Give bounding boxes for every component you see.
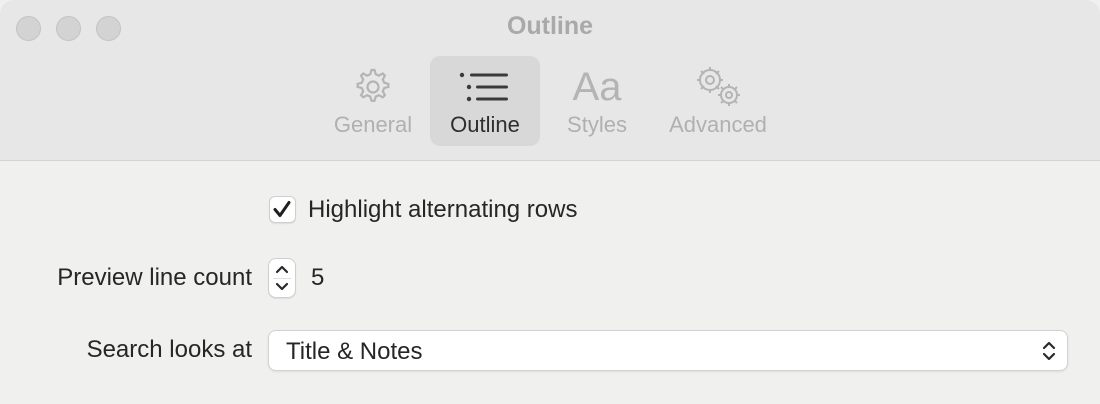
tab-styles-label: Styles [567, 112, 627, 137]
text-style-glyph: Aa [572, 65, 622, 109]
up-down-chevron-icon [1042, 341, 1056, 361]
gear-icon [318, 64, 428, 110]
tab-outline[interactable]: Outline [430, 56, 540, 146]
preview-line-count-stepper[interactable] [268, 258, 296, 298]
text-style-icon: Aa [542, 64, 652, 110]
tab-advanced-label: Advanced [669, 112, 767, 137]
highlight-rows-checkbox[interactable] [269, 196, 296, 223]
checkmark-icon [273, 201, 291, 217]
search-looks-at-value: Title & Notes [286, 338, 423, 365]
preview-line-count-label: Preview line count [57, 264, 252, 291]
tab-styles[interactable]: Aa Styles [542, 56, 652, 146]
gears-icon [654, 64, 782, 110]
preview-line-count-value: 5 [311, 264, 325, 291]
search-looks-at-popup[interactable]: Title & Notes [268, 330, 1068, 371]
search-looks-at-label: Search looks at [86, 336, 252, 363]
tab-general[interactable]: General [318, 56, 428, 146]
toolbar: Outline General Outline Aa Styles Advanc… [0, 0, 1100, 161]
tab-general-label: General [333, 112, 413, 137]
tab-outline-label: Outline [450, 112, 520, 137]
list-icon [430, 64, 540, 110]
highlight-rows-label[interactable]: Highlight alternating rows [308, 196, 577, 224]
preferences-window: Outline General Outline Aa Styles Advanc… [0, 0, 1100, 404]
window-title: Outline [506, 12, 594, 40]
preference-tabs: General Outline Aa Styles Advanced [0, 56, 1100, 146]
tab-advanced[interactable]: Advanced [654, 56, 782, 146]
